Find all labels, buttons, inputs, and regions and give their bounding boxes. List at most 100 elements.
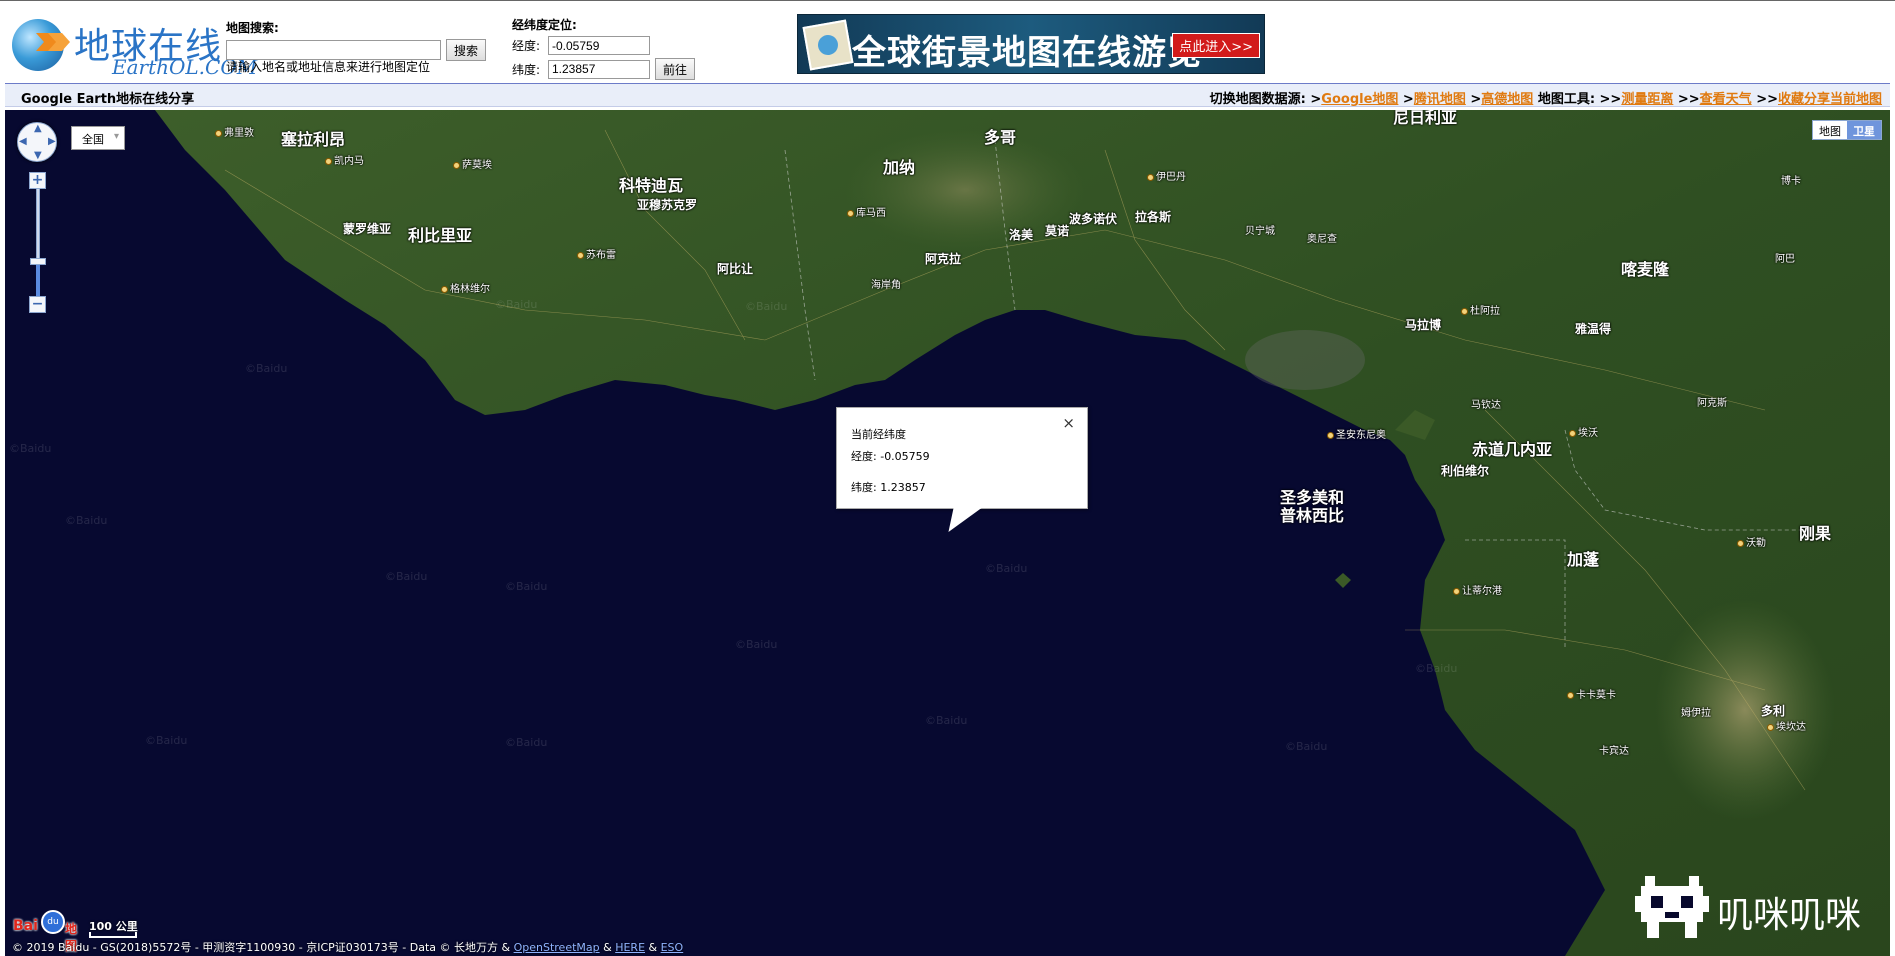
site-logo[interactable]: 地球在线 EarthOL.COM [12, 15, 257, 79]
map-tools: 切换地图数据源: >Google地图 >腾讯地图 >高德地图 地图工具: >>测… [1209, 92, 1882, 107]
country-label: 利比里亚 [408, 226, 473, 245]
city-label: 苏布雷 [577, 246, 616, 261]
pan-right-icon[interactable]: ▶ [48, 136, 56, 147]
maptype-map-button[interactable]: 地图 [1813, 121, 1847, 139]
zoom-in-button[interactable]: + [29, 172, 46, 189]
map-icon [802, 19, 854, 71]
banner-text: 全球街景地图在线游览 [852, 33, 1202, 73]
baidu-watermark: ©Baidu [9, 442, 52, 455]
switch-label: 切换地图数据源: [1209, 92, 1306, 107]
city-label: 圣安东尼奥 [1327, 426, 1386, 441]
country-label: 刚果 [1799, 524, 1832, 543]
city-label: 贝宁城 [1245, 226, 1275, 237]
baidu-logo-text: Bai [13, 918, 38, 934]
maptype-switch: 地图 卫星 [1812, 120, 1882, 140]
robot-icon [1635, 876, 1709, 938]
pan-down-icon[interactable]: ▼ [34, 150, 42, 161]
baidu-watermark: ©Baidu [985, 562, 1028, 575]
country-label: 加蓬 [1567, 550, 1600, 569]
city-label: 阿克拉 [925, 252, 962, 266]
search-hint: 请输入地名或地址信息来进行地图定位 [226, 60, 431, 74]
city-label: 多利 [1761, 704, 1786, 718]
info-lng: 经度: -0.05759 [851, 448, 1087, 464]
baidu-watermark: ©Baidu [735, 638, 778, 651]
lat-input[interactable] [548, 59, 650, 79]
weather-link[interactable]: 查看天气 [1700, 92, 1752, 107]
baidu-watermark: ©Baidu [145, 734, 188, 747]
city-label: 莫诺 [1045, 224, 1070, 238]
tools-label: 地图工具: [1537, 92, 1596, 107]
map-copyright: © 2019 Baidu - GS(2018)5572号 - 甲测资字11009… [12, 941, 684, 954]
baidu-watermark: ©Baidu [745, 300, 788, 313]
watermark-text: 叽咪叽咪 [1717, 895, 1862, 936]
baidu-paw-icon: du [41, 910, 65, 934]
zoom-out-button[interactable]: − [29, 296, 46, 313]
eso-link[interactable]: ESO [661, 941, 684, 954]
source-tencent-link[interactable]: 腾讯地图 [1414, 92, 1466, 107]
city-label: 埃沃 [1569, 424, 1598, 439]
measure-distance-link[interactable]: 测量距离 [1621, 92, 1673, 107]
country-label: 科特迪瓦 [619, 176, 684, 195]
country-label: 普林西比 [1280, 506, 1345, 525]
city-label: 波多诺伏 [1069, 212, 1118, 226]
go-button[interactable]: 前往 [655, 58, 696, 80]
baidu-watermark: ©Baidu [495, 298, 538, 311]
search-input[interactable] [226, 40, 441, 60]
lat-label: 纬度: [512, 62, 541, 77]
city-label: 伊巴丹 [1147, 168, 1186, 183]
region-dropdown[interactable]: 全国 [71, 126, 125, 150]
share-title: Google Earth地标在线分享 [21, 92, 195, 107]
baidu-watermark: ©Baidu [65, 514, 108, 527]
city-label: 凯内马 [325, 152, 364, 167]
baidu-watermark: ©Baidu [925, 714, 968, 727]
map-search: 地图搜索: 搜索 请输入地名或地址信息来进行地图定位 [226, 19, 516, 74]
city-label: 拉各斯 [1135, 210, 1172, 224]
banner-cta[interactable]: 点此进入>> [1172, 33, 1260, 58]
source-amap-link[interactable]: 高德地图 [1481, 92, 1533, 107]
city-label: 卡宾达 [1599, 746, 1629, 757]
here-link[interactable]: HERE [615, 941, 645, 954]
info-lng-value: -0.05759 [880, 450, 930, 463]
streetview-banner[interactable]: 全球街景地图在线游览 点此进入>> [797, 14, 1265, 74]
city-label: 利伯维尔 [1441, 464, 1490, 478]
baidu-watermark: ©Baidu [385, 570, 428, 583]
city-label: 弗里敦 [215, 124, 254, 139]
city-label: 蒙罗维亚 [343, 222, 392, 236]
info-title: 当前经纬度 [851, 428, 906, 441]
coordinate-info-window: 当前经纬度 经度: -0.05759 纬度: 1.23857 × [836, 407, 1088, 509]
country-label: 多哥 [984, 128, 1017, 147]
info-window-tail [948, 508, 982, 532]
baidu-watermark: ©Baidu [1285, 740, 1328, 753]
search-button[interactable]: 搜索 [446, 39, 487, 61]
city-label: 姆伊拉 [1681, 708, 1711, 719]
city-label: 阿巴 [1775, 254, 1795, 265]
city-label: 阿克斯 [1697, 398, 1727, 409]
pan-left-icon[interactable]: ◀ [19, 136, 27, 147]
city-label: 格林维尔 [441, 280, 490, 295]
city-label: 马拉博 [1405, 318, 1442, 332]
pan-up-icon[interactable]: ▲ [34, 123, 42, 134]
search-title: 地图搜索: [226, 21, 279, 35]
pan-control[interactable]: ▲ ◀ ▶ ▼ [17, 122, 57, 162]
lng-input[interactable] [548, 36, 650, 55]
osm-link[interactable]: OpenStreetMap [514, 941, 600, 954]
satellite-map[interactable]: ©Baidu ©Baidu ©Baidu ©Baidu ©Baidu ©Baid… [5, 110, 1890, 956]
info-lat-value: 1.23857 [880, 481, 926, 494]
city-label: 海岸角 [871, 280, 901, 291]
map-terrain [5, 110, 1890, 956]
site-watermark: 叽咪叽咪 [1635, 872, 1890, 944]
source-google-link[interactable]: Google地图 [1321, 92, 1398, 107]
city-label: 博卡 [1781, 176, 1801, 187]
country-label: 赤道几内亚 [1472, 440, 1553, 459]
bookmark-share-link[interactable]: 收藏分享当前地图 [1778, 92, 1882, 107]
baidu-watermark: ©Baidu [245, 362, 288, 375]
city-label: 雅温得 [1575, 322, 1612, 336]
close-icon[interactable]: × [1062, 414, 1075, 432]
city-label: 让蒂尔港 [1453, 582, 1502, 597]
country-label: 塞拉利昂 [281, 130, 346, 149]
baidu-watermark: ©Baidu [505, 736, 548, 749]
country-label: 加纳 [883, 158, 916, 177]
city-label: 萨莫埃 [453, 156, 492, 171]
maptype-satellite-button[interactable]: 卫星 [1847, 121, 1881, 139]
zoom-slider-thumb[interactable] [30, 258, 46, 265]
